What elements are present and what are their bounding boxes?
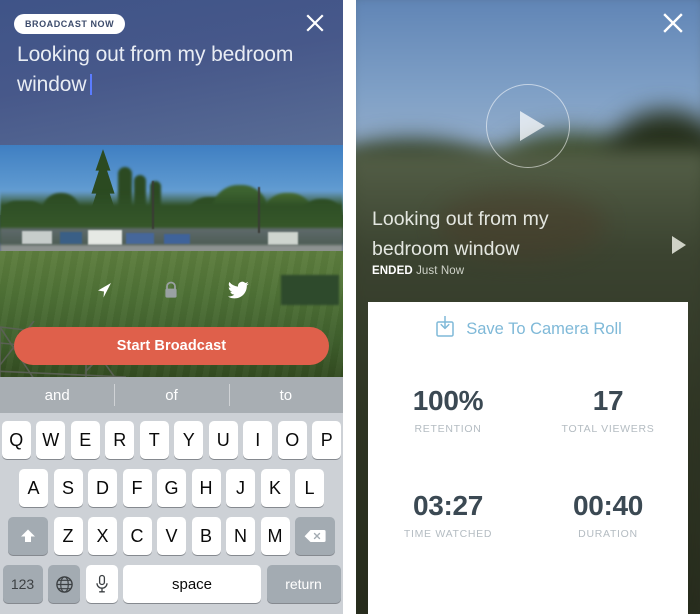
stats-grid: 100% RETENTION 17 TOTAL VIEWERS 03:27 TI…	[368, 370, 688, 554]
stat-value: 100%	[412, 385, 484, 416]
screenshot-root: BROADCAST NOW Looking out from my bedroo…	[0, 0, 700, 614]
return-key[interactable]: return	[266, 565, 341, 603]
key-o[interactable]: O	[277, 421, 307, 459]
key-u[interactable]: U	[208, 421, 238, 459]
key-d[interactable]: D	[88, 469, 117, 507]
play-button[interactable]	[486, 84, 570, 168]
lock-icon[interactable]	[162, 280, 180, 300]
backspace-delete-icon[interactable]	[295, 517, 335, 555]
status-badge: ENDED Just Now	[372, 265, 464, 277]
close-icon[interactable]	[655, 5, 691, 41]
close-icon[interactable]	[298, 6, 332, 40]
key-j[interactable]: J	[226, 469, 255, 507]
start-broadcast-button[interactable]: Start Broadcast	[14, 327, 329, 365]
stat-label: TOTAL VIEWERS	[561, 423, 655, 435]
keyboard-suggestion-bar: and of to	[0, 377, 343, 413]
key-v[interactable]: V	[157, 517, 186, 555]
key-h[interactable]: H	[191, 469, 221, 507]
key-n[interactable]: N	[226, 517, 255, 555]
keyboard-row-1: Q W E R T Y U I O P	[0, 421, 343, 459]
stat-value: 03:27	[412, 490, 484, 521]
key-t[interactable]: T	[139, 421, 169, 459]
stat-value: 00:40	[572, 490, 644, 521]
key-x[interactable]: X	[88, 517, 117, 555]
stats-row: 100% RETENTION 17 TOTAL VIEWERS	[368, 370, 688, 449]
stat-label: DURATION	[578, 528, 638, 540]
key-w[interactable]: W	[36, 421, 66, 459]
broadcast-options-row	[0, 280, 343, 300]
keyboard-row-4: 123 space return	[0, 565, 343, 603]
broadcast-title-input[interactable]: Looking out from my bedroom window	[17, 40, 329, 100]
key-c[interactable]: C	[122, 517, 152, 555]
globe-keyboard-switch-icon[interactable]	[48, 565, 80, 603]
key-g[interactable]: G	[157, 469, 186, 507]
stat-time-watched: 03:27 TIME WATCHED	[368, 475, 528, 554]
stat-total-viewers: 17 TOTAL VIEWERS	[528, 370, 688, 449]
suggestion-word[interactable]: of	[114, 377, 228, 413]
broadcast-title: Looking out from my bedroom window	[372, 208, 549, 260]
broadcast-stats-card: Save To Camera Roll 100% RETENTION 17 TO…	[368, 302, 688, 614]
key-z[interactable]: Z	[53, 517, 83, 555]
key-p[interactable]: P	[312, 421, 342, 459]
suggestion-word[interactable]: to	[228, 377, 343, 413]
play-triangle-icon	[519, 111, 545, 141]
key-b[interactable]: B	[191, 517, 221, 555]
stats-row: 03:27 TIME WATCHED 00:40 DURATION	[368, 475, 688, 554]
key-m[interactable]: M	[260, 517, 290, 555]
status-label: ENDED	[372, 265, 413, 277]
text-caret	[90, 74, 93, 95]
save-to-camera-roll-button[interactable]: Save To Camera Roll	[368, 302, 688, 344]
twitter-icon[interactable]	[228, 281, 249, 299]
key-l[interactable]: L	[295, 469, 324, 507]
key-s[interactable]: S	[53, 469, 83, 507]
numbers-key[interactable]: 123	[2, 565, 43, 603]
key-y[interactable]: Y	[174, 421, 204, 459]
key-r[interactable]: R	[105, 421, 135, 459]
stat-label: RETENTION	[414, 423, 482, 435]
keyboard-row-3: Z X C V B N M	[0, 517, 343, 555]
key-k[interactable]: K	[260, 469, 290, 507]
key-e[interactable]: E	[70, 421, 100, 459]
stat-retention: 100% RETENTION	[368, 370, 528, 449]
key-f[interactable]: F	[122, 469, 152, 507]
broadcast-now-badge: BROADCAST NOW	[14, 14, 126, 34]
key-a[interactable]: A	[19, 469, 48, 507]
key-q[interactable]: Q	[1, 421, 31, 459]
download-to-camera-roll-icon	[434, 315, 456, 344]
space-key[interactable]: space	[123, 565, 261, 603]
shift-up-arrow-icon[interactable]	[8, 517, 48, 555]
save-to-camera-roll-label: Save To Camera Roll	[466, 320, 622, 338]
stat-value: 17	[592, 385, 624, 416]
status-time: Just Now	[416, 265, 465, 277]
microphone-icon[interactable]	[85, 565, 118, 603]
location-icon[interactable]	[94, 280, 114, 300]
suggestion-word[interactable]: and	[0, 377, 114, 413]
stats-spacer	[368, 449, 688, 475]
onscreen-keyboard: and of to Q W E R T Y U I O P A S D F G …	[0, 377, 343, 614]
keyboard-row-2: A S D F G H J K L	[0, 469, 343, 507]
stat-duration: 00:40 DURATION	[528, 475, 688, 554]
play-triangle-icon[interactable]	[672, 236, 686, 254]
broadcast-summary-panel: Looking out from my bedroom window ENDED…	[356, 0, 700, 614]
broadcast-title-text: Looking out from my bedroom window	[17, 43, 294, 96]
stat-label: TIME WATCHED	[403, 528, 493, 540]
key-i[interactable]: I	[243, 421, 273, 459]
broadcast-compose-panel: BROADCAST NOW Looking out from my bedroo…	[0, 0, 343, 614]
